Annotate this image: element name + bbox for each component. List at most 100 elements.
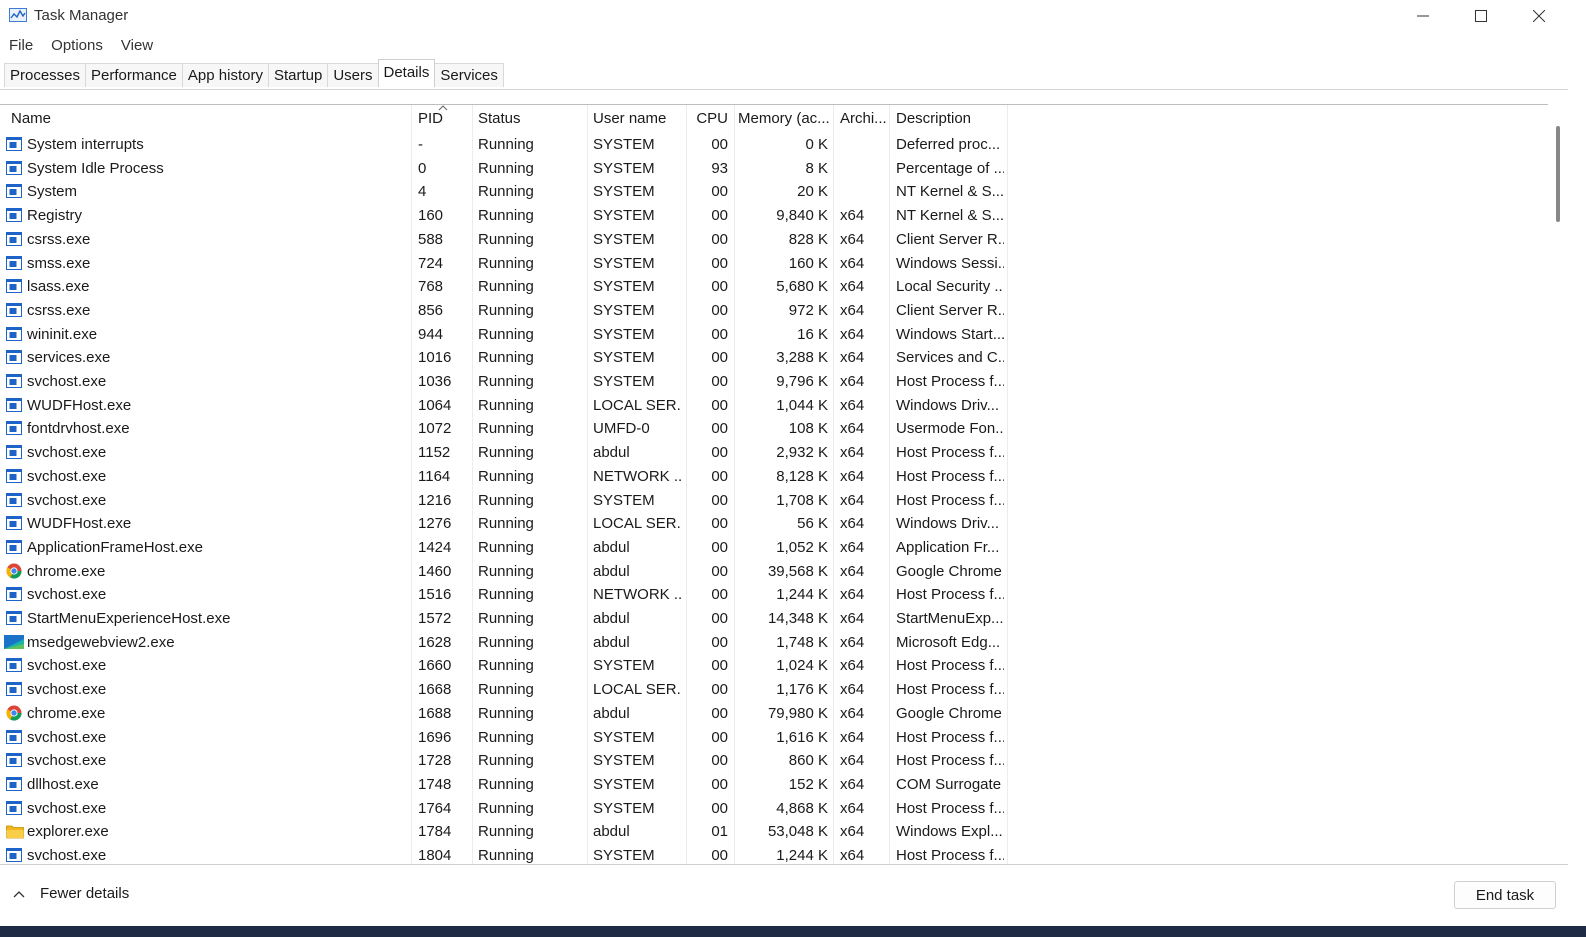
menu-view[interactable]: View <box>112 35 162 57</box>
vertical-scrollbar[interactable] <box>1548 104 1568 864</box>
table-row[interactable]: svchost.exe 1728 Running SYSTEM 00 860 K x64 Ho… <box>0 749 1010 773</box>
table-row[interactable]: svchost.exe 1152 Running abdul 00 2,932 K x64 H… <box>0 441 1010 465</box>
cell-arch: x64 <box>840 728 865 746</box>
cell-pid: 724 <box>418 254 444 272</box>
cell-memory: 1,044 K <box>776 396 828 414</box>
end-task-button[interactable]: End task <box>1454 881 1556 909</box>
cell-memory: 9,796 K <box>776 373 828 390</box>
table-row[interactable]: svchost.exe 1036 Running SYSTEM 00 9,796 K x64… <box>0 370 1010 394</box>
table-row[interactable]: dllhost.exe 1748 Running SYSTEM 00 152 K x64 CO… <box>0 773 1010 797</box>
tab-performance[interactable]: Performance <box>85 63 183 87</box>
cell-user: SYSTEM <box>593 230 655 248</box>
cell-desc: Percentage of ... <box>896 159 1004 177</box>
table-row[interactable]: svchost.exe 1164 Running NETWORK ... 00 8,128… <box>0 465 1010 489</box>
header-col-cpu[interactable]: CPU <box>688 110 728 127</box>
minimize-icon <box>1417 15 1429 17</box>
table-row[interactable]: System 4 Running SYSTEM 00 20 K NT Kernel & S.… <box>0 180 1010 204</box>
cell-user: UMFD-0 <box>593 420 650 438</box>
table-row[interactable]: WUDFHost.exe 1276 Running LOCAL SER... 00 56 … <box>0 512 1010 536</box>
header-col-architecture[interactable]: Archi... <box>840 110 887 127</box>
table-row[interactable]: services.exe 1016 Running SYSTEM 00 3,288 K x6… <box>0 346 1010 370</box>
cell-memory: 16 K <box>797 325 828 343</box>
cell-user: SYSTEM <box>593 301 655 319</box>
cell-arch: x64 <box>840 278 865 296</box>
header-col-pid[interactable]: PID <box>418 110 468 127</box>
table-row[interactable]: svchost.exe 1660 Running SYSTEM 00 1,024 K x64… <box>0 654 1010 678</box>
cell-cpu: 00 <box>711 704 728 722</box>
tab-processes[interactable]: Processes <box>4 63 87 87</box>
cell-user: SYSTEM <box>593 278 655 296</box>
table-row[interactable]: WUDFHost.exe 1064 Running LOCAL SER... 00 1,0… <box>0 394 1010 418</box>
cell-desc: Client Server R... <box>896 230 1004 248</box>
tab-startup[interactable]: Startup <box>267 63 329 87</box>
table-row[interactable]: csrss.exe 588 Running SYSTEM 00 828 K x64 Clien… <box>0 228 1010 252</box>
table-row[interactable]: svchost.exe 1696 Running SYSTEM 00 1,616 K x64… <box>0 726 1010 750</box>
cell-status: Running <box>478 136 534 153</box>
cell-desc: Host Process f... <box>896 847 1004 864</box>
table-row[interactable]: svchost.exe 1804 Running SYSTEM 00 1,244 K x64… <box>0 844 1010 865</box>
menu-options[interactable]: Options <box>42 35 112 57</box>
cell-pid: 1748 <box>418 775 452 793</box>
tab-users[interactable]: Users <box>327 63 379 87</box>
cell-memory: 20 K <box>797 183 828 201</box>
table-row[interactable]: System Idle Process 0 Running SYSTEM 93 8 K Pe… <box>0 157 1010 181</box>
cell-cpu: 00 <box>711 847 728 864</box>
cell-name: csrss.exe <box>27 301 91 319</box>
title-bar[interactable]: Task Manager <box>0 0 1568 32</box>
cell-name: svchost.exe <box>27 847 107 864</box>
cell-cpu: 00 <box>711 420 728 438</box>
table-row[interactable]: chrome.exe 1460 Running abdul 00 39,568 K x64 G… <box>0 560 1010 584</box>
header-col-user-name[interactable]: User name <box>593 110 681 127</box>
desktop-background <box>0 926 1586 937</box>
cell-user: abdul <box>593 823 630 841</box>
cell-status: Running <box>478 420 534 438</box>
cell-user: SYSTEM <box>593 491 655 509</box>
table-row[interactable]: svchost.exe 1764 Running SYSTEM 00 4,868 K x64… <box>0 797 1010 821</box>
table-row[interactable]: svchost.exe 1668 Running LOCAL SER... 00 1,17… <box>0 678 1010 702</box>
tab-services[interactable]: Services <box>434 63 504 87</box>
table-row[interactable]: svchost.exe 1516 Running NETWORK ... 00 1,244… <box>0 583 1010 607</box>
maximize-button[interactable] <box>1452 0 1510 32</box>
scrollbar-thumb[interactable] <box>1556 126 1560 222</box>
cell-desc: Client Server R... <box>896 301 1004 319</box>
cell-arch: x64 <box>840 633 865 651</box>
cell-memory: 1,708 K <box>776 491 828 509</box>
menu-file[interactable]: File <box>0 35 42 57</box>
cell-pid: 1660 <box>418 657 452 675</box>
table-row[interactable]: csrss.exe 856 Running SYSTEM 00 972 K x64 Clien… <box>0 299 1010 323</box>
cell-name: Registry <box>27 207 83 225</box>
table-row[interactable]: msedgewebview2.exe 1628 Running abdul 00 1,74… <box>0 631 1010 655</box>
header-col-description[interactable]: Description <box>896 110 1004 127</box>
cell-user: abdul <box>593 633 630 651</box>
cell-user: SYSTEM <box>593 325 655 343</box>
table-row[interactable]: StartMenuExperienceHost.exe 1572 Running ab… <box>0 607 1010 631</box>
cell-desc: Deferred proc... <box>896 136 1001 153</box>
cell-cpu: 00 <box>711 349 728 367</box>
table-row[interactable]: lsass.exe 768 Running SYSTEM 00 5,680 K x64 Loc… <box>0 275 1010 299</box>
header-col-memory[interactable]: Memory (ac... <box>738 110 830 127</box>
cell-cpu: 00 <box>711 799 728 817</box>
table-row[interactable]: Registry 160 Running SYSTEM 00 9,840 K x64 NT K… <box>0 204 1010 228</box>
minimize-button[interactable] <box>1394 0 1452 32</box>
cell-status: Running <box>478 657 534 675</box>
cell-desc: Microsoft Edg... <box>896 633 1001 651</box>
process-window-icon <box>6 255 22 271</box>
fewer-details-toggle[interactable]: Fewer details <box>12 885 129 902</box>
cell-cpu: 00 <box>711 301 728 319</box>
tab-details[interactable]: Details <box>377 59 436 87</box>
tab-app-history[interactable]: App history <box>181 63 269 87</box>
header-col-status[interactable]: Status <box>478 110 583 127</box>
table-row[interactable]: explorer.exe 1784 Running abdul 01 53,048 K x6… <box>0 820 1010 844</box>
header-col-name[interactable]: Name <box>11 110 406 127</box>
table-row[interactable]: ApplicationFrameHost.exe 1424 Running abdul… <box>0 536 1010 560</box>
cell-arch: x64 <box>840 325 865 343</box>
table-row[interactable]: wininit.exe 944 Running SYSTEM 00 16 K x64 Wind… <box>0 323 1010 347</box>
table-row[interactable]: chrome.exe 1688 Running abdul 00 79,980 K x64 G… <box>0 702 1010 726</box>
cell-pid: 944 <box>418 325 444 343</box>
close-button[interactable] <box>1510 0 1568 32</box>
table-row[interactable]: svchost.exe 1216 Running SYSTEM 00 1,708 K x64… <box>0 489 1010 513</box>
cell-cpu: 00 <box>711 681 728 699</box>
table-row[interactable]: fontdrvhost.exe 1072 Running UMFD-0 00 108 K x… <box>0 417 1010 441</box>
table-row[interactable]: System interrupts - Running SYSTEM 00 0 K Defe… <box>0 133 1010 157</box>
table-row[interactable]: smss.exe 724 Running SYSTEM 00 160 K x64 Window… <box>0 252 1010 276</box>
